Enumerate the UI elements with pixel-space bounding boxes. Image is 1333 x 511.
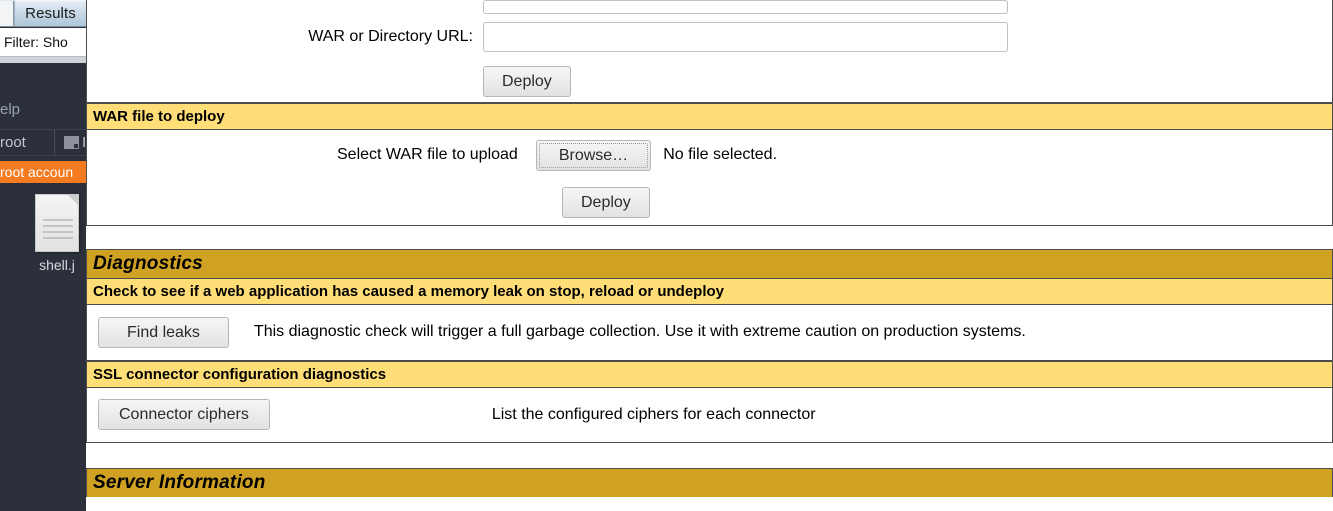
results-tabstrip: Results xyxy=(0,0,86,27)
page-fold-corner xyxy=(67,194,79,206)
memory-leak-row: Find leaks This diagnostic check will tr… xyxy=(87,305,1332,359)
section-gap-server-info xyxy=(86,443,1333,468)
deploy-directory-button-row: Deploy xyxy=(87,60,1332,102)
find-leaks-description: This diagnostic check will trigger a ful… xyxy=(253,323,1026,340)
menu-item-help[interactable]: elp xyxy=(0,97,86,123)
window-edge-gap xyxy=(0,57,86,63)
section-gap-diagnostics xyxy=(86,226,1333,249)
war-url-input[interactable] xyxy=(483,22,1008,52)
tab-results[interactable]: Results xyxy=(14,0,86,26)
ssl-diagnostics-header: SSL connector configuration diagnostics xyxy=(86,361,1333,388)
memory-leak-panel: Find leaks This diagnostic check will tr… xyxy=(86,305,1333,361)
file-document-icon xyxy=(35,194,79,252)
monitor-icon[interactable] xyxy=(64,136,79,149)
deploy-directory-button[interactable]: Deploy xyxy=(483,65,571,97)
file-icon-line xyxy=(43,231,73,233)
war-upload-select-row: Select WAR file to upload Browse… No fil… xyxy=(87,130,1332,180)
toolbar-trailing-text: I xyxy=(82,134,86,151)
file-icon-line xyxy=(43,219,73,221)
war-upload-panel: Select WAR file to upload Browse… No fil… xyxy=(86,130,1333,226)
left-window-overlay: Results Filter: Sho elp root I root acco… xyxy=(0,0,86,511)
desktop-file-item[interactable]: shell.j xyxy=(28,194,86,273)
root-account-warning-banner: root accoun xyxy=(0,161,86,183)
select-war-file-label: Select WAR file to upload xyxy=(337,146,518,163)
find-leaks-button[interactable]: Find leaks xyxy=(98,316,229,348)
war-url-row: WAR or Directory URL: xyxy=(87,14,1332,60)
clipped-form-row xyxy=(87,0,1332,14)
ssl-diagnostics-panel: Connector ciphers List the configured ci… xyxy=(86,388,1333,443)
tab-strip-stub[interactable] xyxy=(0,1,14,26)
diagnostics-header: Diagnostics xyxy=(86,249,1333,278)
toolbar-separator xyxy=(54,130,55,155)
connector-ciphers-button[interactable]: Connector ciphers xyxy=(98,399,270,430)
server-information-header: Server Information xyxy=(86,468,1333,497)
no-file-selected-text: No file selected. xyxy=(663,146,778,163)
username-label: root xyxy=(0,134,26,151)
war-upload-header: WAR file to deploy xyxy=(86,103,1333,130)
browse-button[interactable]: Browse… xyxy=(535,139,652,171)
war-url-label: WAR or Directory URL: xyxy=(308,28,473,45)
desktop-file-name: shell.j xyxy=(39,257,75,273)
user-toolbar-row: root I xyxy=(0,129,86,156)
war-upload-deploy-button[interactable]: Deploy xyxy=(562,186,650,218)
file-icon-line xyxy=(43,237,73,239)
file-icon-line xyxy=(43,225,73,227)
ssl-diagnostics-row: Connector ciphers List the configured ci… xyxy=(87,388,1332,441)
filter-bar[interactable]: Filter: Sho xyxy=(0,28,86,57)
connector-ciphers-description: List the configured ciphers for each con… xyxy=(491,405,816,423)
clipped-text-input[interactable] xyxy=(483,0,1008,14)
war-upload-deploy-row: Deploy xyxy=(87,180,1332,224)
deploy-directory-panel: WAR or Directory URL: Deploy xyxy=(86,0,1333,103)
tomcat-manager-page: WAR or Directory URL: Deploy WAR file to… xyxy=(86,0,1333,511)
memory-leak-header: Check to see if a web application has ca… xyxy=(86,278,1333,305)
